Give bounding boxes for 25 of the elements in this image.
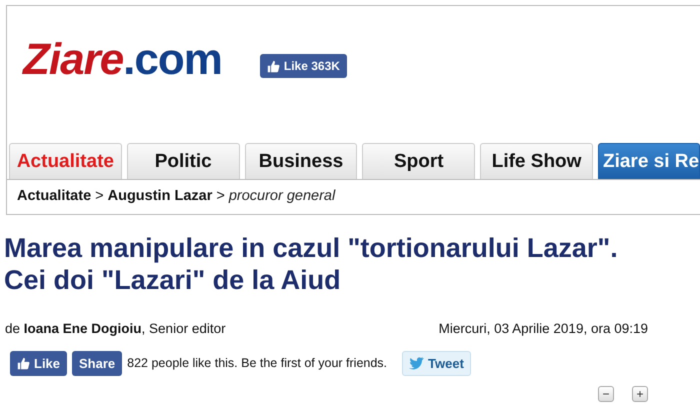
article-headline: Marea manipulare in cazul "tortionarului Lazar". Cei doi "Lazari" de la Aiud — [4, 233, 619, 297]
breadcrumb-separator: > — [216, 187, 225, 206]
author-byline: de Ioana Ene Dogioiu, Senior editor — [5, 320, 226, 338]
zoom-button[interactable]: + — [632, 386, 648, 402]
thumbs-up-icon — [266, 60, 280, 72]
like-button[interactable]: Like — [10, 350, 68, 376]
bird-icon — [409, 357, 426, 370]
site-logo[interactable]: Ziare.com — [23, 30, 222, 82]
publish-date: Miercuri, 03 Aprilie 2019, ora 09:19 — [438, 320, 648, 338]
thumbs-up-icon — [17, 357, 30, 370]
nav-tab[interactable]: Business — [244, 143, 358, 180]
nav-tab[interactable]: Ziare si Re — [598, 143, 700, 180]
facebook-like-button[interactable]: Like 363K — [260, 54, 347, 78]
zoom-button[interactable]: − — [598, 386, 614, 402]
like-count-text: 822 people like this. Be the first of your friends. — [127, 355, 388, 372]
nav-tab[interactable]: Actualitate — [9, 143, 122, 180]
tweet-button[interactable]: Tweet — [402, 350, 471, 376]
breadcrumb-separator: > — [95, 187, 104, 206]
nav-tab[interactable]: Life Show — [480, 143, 593, 180]
breadcrumb-link[interactable]: Augustin Lazar — [108, 186, 212, 208]
breadcrumb-current: procuror general — [228, 187, 336, 206]
nav-tab[interactable]: Politic — [126, 143, 240, 180]
share-button[interactable]: Share — [72, 350, 122, 376]
nav-tab[interactable]: Sport — [362, 143, 476, 180]
breadcrumb-link[interactable]: Actualitate — [17, 186, 92, 208]
